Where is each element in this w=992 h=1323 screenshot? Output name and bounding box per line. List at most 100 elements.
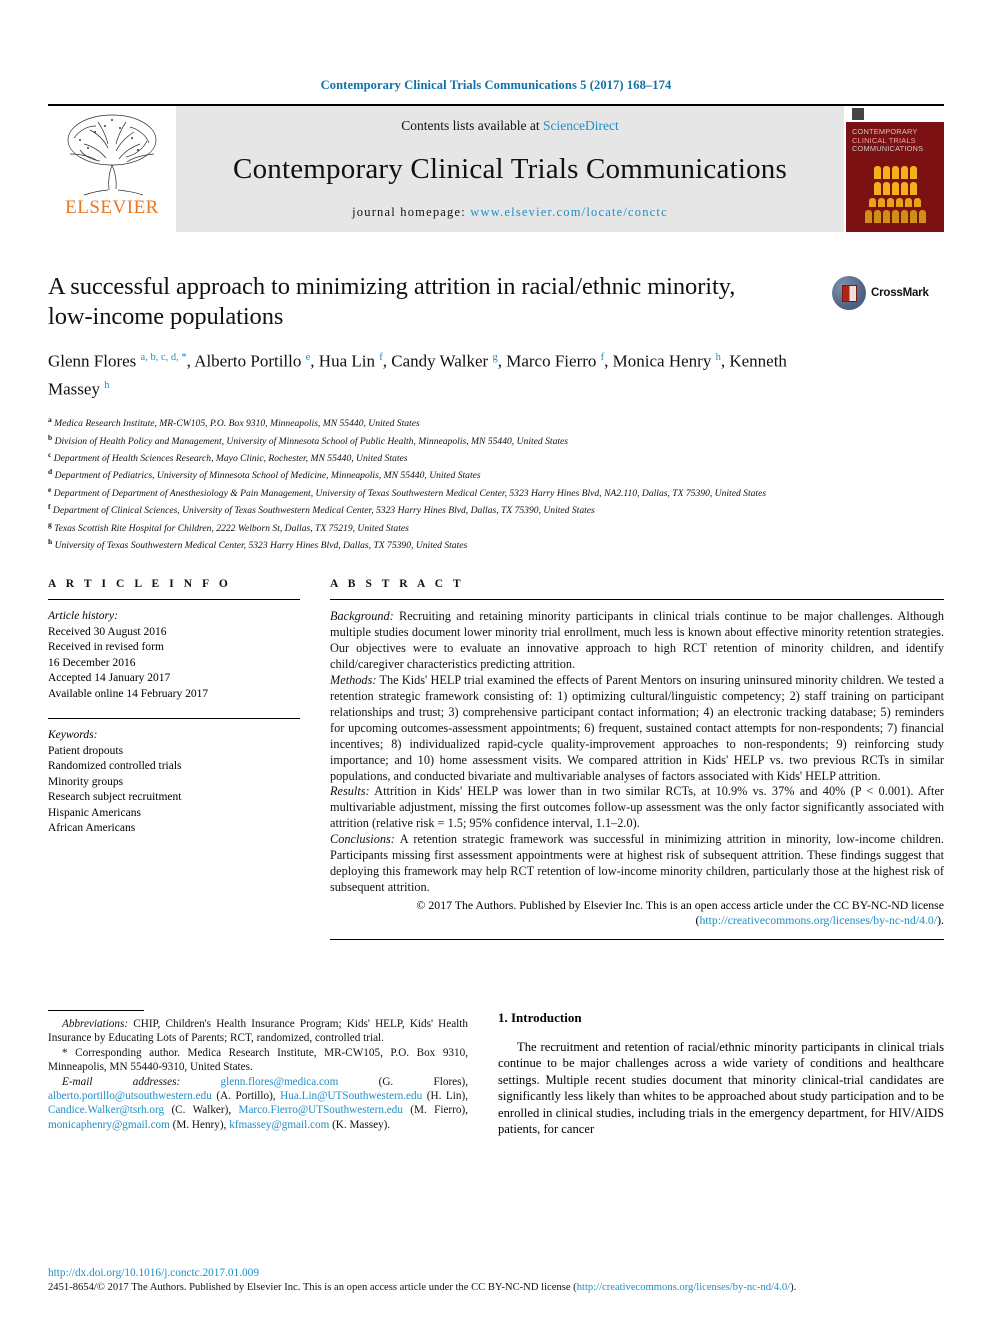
affiliation-marker: g xyxy=(48,519,52,529)
article-info-heading: A R T I C L E I N F O xyxy=(48,578,232,591)
abstract-section-label: Results: xyxy=(330,784,370,799)
introduction-paragraph: The recruitment and retention of racial/… xyxy=(498,1040,944,1137)
abstract-section: Results: Attrition in Kids' HELP was low… xyxy=(330,784,944,831)
article-history-item: Available online 14 February 2017 xyxy=(48,687,209,700)
doi-link[interactable]: http://dx.doi.org/10.1016/j.conctc.2017.… xyxy=(48,1267,944,1279)
article-info-divider xyxy=(48,599,300,601)
abstract-section: Conclusions: A retention strategic frame… xyxy=(330,832,944,894)
affiliation-marker: a xyxy=(48,415,52,425)
page-title: A successful approach to minimizing attr… xyxy=(48,273,736,330)
abstract-copyright: © 2017 The Authors. Published by Elsevie… xyxy=(416,897,945,928)
affiliation-item: f Department of Clinical Sciences, Unive… xyxy=(48,502,595,517)
introduction-column: 1. Introduction The recruitment and rete… xyxy=(498,1010,944,1190)
article-history-list: Received 30 August 2016 Received in revis… xyxy=(48,625,300,703)
affiliation-marker: e xyxy=(48,484,52,494)
journal-masthead: ELSEVIER Contents lists available at Sci… xyxy=(48,104,944,232)
introduction-heading: 1. Introduction xyxy=(498,1010,582,1025)
abstract-section-label: Background: xyxy=(330,609,394,624)
affiliation-item: e Department of Department of Anesthesio… xyxy=(48,484,767,500)
abstract-bottom-divider xyxy=(330,938,944,940)
author-list: Glenn Flores a, b, c, d, *, Alberto Port… xyxy=(48,351,787,399)
journal-cover-thumbnail: CONTEMPORARY CLINICAL TRIALS COMMUNICATI… xyxy=(846,106,944,232)
email-link[interactable]: glenn.flores@medica.com xyxy=(221,1076,339,1088)
footnotes-column: Abbreviations: CHIP, Children's Health I… xyxy=(48,1010,468,1190)
footer-license-link[interactable]: http://creativecommons.org/licenses/by-n… xyxy=(577,1282,790,1293)
affiliation-list: a Medica Research Institute, MR-CW105, P… xyxy=(48,413,878,552)
bottom-columns: Abbreviations: CHIP, Children's Health I… xyxy=(48,1010,944,1190)
article-history-label: Article history: xyxy=(48,610,118,623)
running-head: Contemporary Clinical Trials Communicati… xyxy=(320,78,672,92)
affiliation-marker: c xyxy=(48,450,52,460)
abstract-column: A B S T R A C T Background: Recruiting a… xyxy=(330,578,944,940)
keyword-item: Research subject recruitment xyxy=(48,791,182,804)
abstract-section: Background: Recruiting and retaining min… xyxy=(330,609,944,672)
affiliation-marker: f xyxy=(48,502,51,512)
cover-figure-graphic xyxy=(846,166,944,226)
abstract-body: Background: Recruiting and retaining min… xyxy=(330,609,944,895)
affiliation-item: h University of Texas Southwestern Medic… xyxy=(48,537,468,552)
sciencedirect-link[interactable]: ScienceDirect xyxy=(543,118,619,133)
abbreviations-label: Abbreviations: xyxy=(62,1018,129,1030)
abstract-section: Methods: The Kids' HELP trial examined t… xyxy=(330,673,944,783)
article-history-item: Received in revised form xyxy=(48,641,164,654)
email-link[interactable]: Hua.Lin@UTSouthwestern.edu xyxy=(280,1090,422,1102)
affiliation-item: a Medica Research Institute, MR-CW105, P… xyxy=(48,415,420,430)
abbreviations-footnote: Abbreviations: CHIP, Children's Health I… xyxy=(48,1018,468,1045)
email-addresses-footnote: E-mail addresses: glenn.flores@medica.co… xyxy=(48,1075,469,1131)
email-link[interactable]: monicaphenry@gmail.com xyxy=(48,1119,170,1131)
keywords-block: Keywords: Patient dropouts Randomized con… xyxy=(48,728,300,837)
keyword-item: Hispanic Americans xyxy=(48,806,141,819)
email-link[interactable]: Marco.Fierro@UTSouthwestern.edu xyxy=(239,1104,403,1116)
abstract-heading: A B S T R A C T xyxy=(330,578,465,591)
crossmark-book-icon xyxy=(841,284,857,302)
journal-title: Contemporary Clinical Trials Communicati… xyxy=(233,153,787,185)
email-addresses-label: E-mail addresses: xyxy=(62,1075,181,1088)
contents-prefix: Contents lists available at xyxy=(401,118,543,133)
abstract-section-label: Conclusions: xyxy=(330,832,395,847)
page-footer: http://dx.doi.org/10.1016/j.conctc.2017.… xyxy=(48,1267,944,1295)
crossmark-label: CrossMark xyxy=(871,287,929,299)
elsevier-wordmark: ELSEVIER xyxy=(65,197,159,218)
article-info-column: A R T I C L E I N F O Article history: R… xyxy=(48,578,300,940)
abstract-divider xyxy=(330,599,944,601)
article-history-item: Received 30 August 2016 xyxy=(48,625,167,638)
keywords-divider xyxy=(48,718,300,720)
cover-title-line-3: COMMUNICATIONS xyxy=(852,144,924,154)
journal-article-page: Contemporary Clinical Trials Communicati… xyxy=(0,0,992,1323)
info-abstract-section: A R T I C L E I N F O Article history: R… xyxy=(48,578,944,940)
elsevier-tree-icon xyxy=(67,114,157,196)
elsevier-logo: ELSEVIER xyxy=(48,106,176,232)
title-area: CrossMark A successful approach to minim… xyxy=(48,272,944,552)
footnote-rule xyxy=(48,1010,144,1011)
footnotes-block: Abbreviations: CHIP, Children's Health I… xyxy=(48,1017,468,1132)
corresponding-author-footnote: * Corresponding author. Medica Research … xyxy=(48,1046,468,1074)
affiliation-item: c Department of Health Sciences Research… xyxy=(48,450,408,465)
keywords-label: Keywords: xyxy=(48,729,98,742)
affiliation-item: g Texas Scottish Rite Hospital for Child… xyxy=(48,519,409,534)
homepage-line: journal homepage: www.elsevier.com/locat… xyxy=(352,205,668,220)
homepage-url-link[interactable]: www.elsevier.com/locate/conctc xyxy=(470,205,668,219)
crossmark-logo-icon xyxy=(832,276,866,310)
contents-line: Contents lists available at ScienceDirec… xyxy=(401,118,618,134)
keyword-item: Patient dropouts xyxy=(48,744,124,757)
email-link[interactable]: alberto.portillo@utsouthwestern.edu xyxy=(48,1090,212,1102)
crossmark-badge[interactable]: CrossMark xyxy=(832,276,944,310)
affiliation-marker: h xyxy=(48,537,53,547)
keyword-item: Minority groups xyxy=(48,775,124,788)
cover-publisher-mark-icon xyxy=(852,108,864,120)
affiliation-marker: b xyxy=(48,432,53,442)
email-link[interactable]: kfmassey@gmail.com xyxy=(229,1119,329,1131)
affiliation-marker: d xyxy=(48,467,53,477)
email-link[interactable]: Candice.Walker@tsrh.org xyxy=(48,1104,164,1116)
masthead-center: Contents lists available at ScienceDirec… xyxy=(176,106,844,232)
keyword-item: African Americans xyxy=(48,822,136,835)
issn-copyright-line: 2451-8654/© 2017 The Authors. Published … xyxy=(48,1282,797,1293)
article-history-item: 16 December 2016 xyxy=(48,656,136,669)
article-history-item: Accepted 14 January 2017 xyxy=(48,672,171,685)
affiliation-item: b Division of Health Policy and Manageme… xyxy=(48,432,569,447)
affiliation-item: d Department of Pediatrics, University o… xyxy=(48,467,481,482)
keywords-list: Patient dropouts Randomized controlled tr… xyxy=(48,744,300,837)
keyword-item: Randomized controlled trials xyxy=(48,760,182,773)
abstract-section-label: Methods: xyxy=(330,673,377,688)
license-link[interactable]: http://creativecommons.org/licenses/by-n… xyxy=(699,913,937,927)
